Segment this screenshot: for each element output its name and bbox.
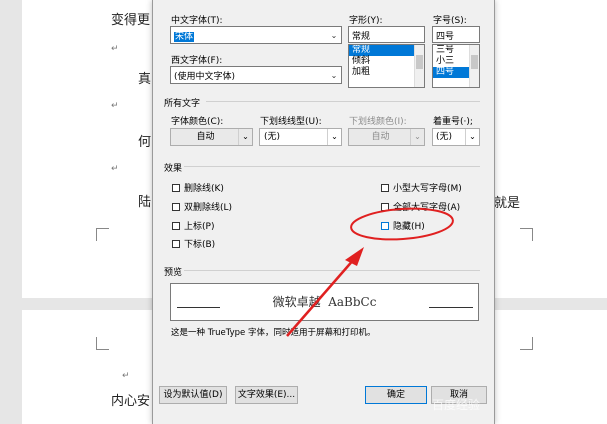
annotation-ellipse (350, 207, 454, 241)
annotation-arrow-line (286, 257, 356, 337)
watermark: 百度经验 (432, 398, 481, 412)
annotation-arrow-head (345, 247, 364, 266)
red-annotation (286, 207, 454, 337)
